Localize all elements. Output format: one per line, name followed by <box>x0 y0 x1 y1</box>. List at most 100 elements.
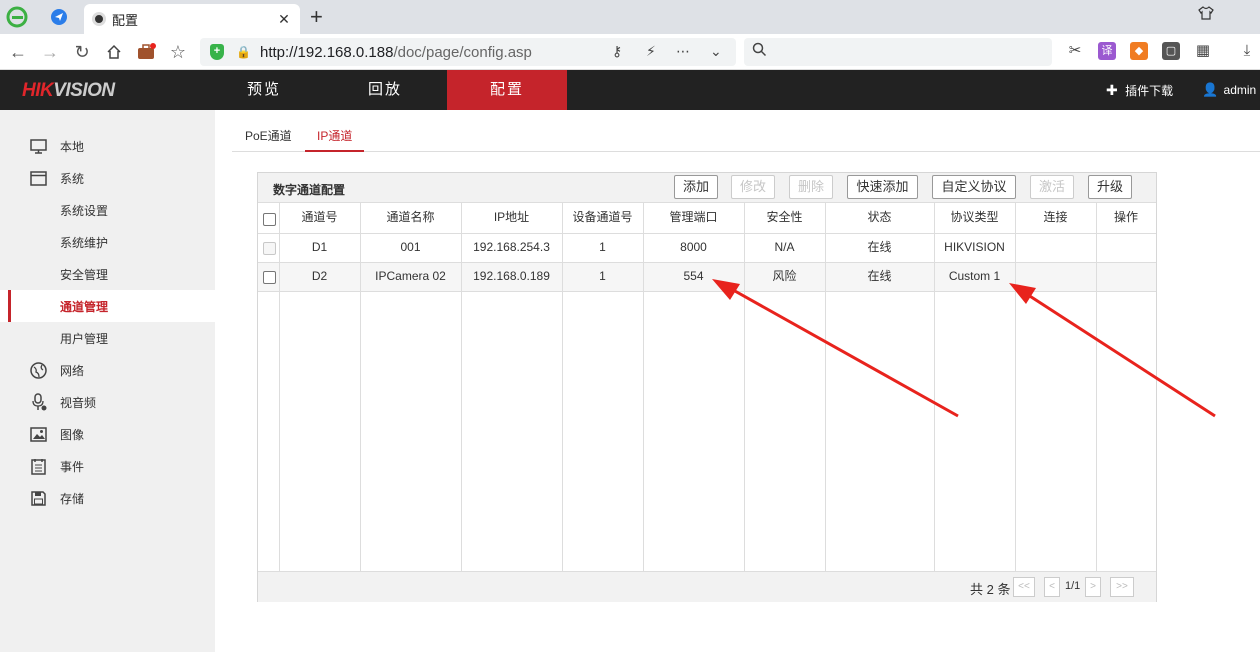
microphone-icon <box>29 393 47 411</box>
cell-security: N/A <box>774 240 795 254</box>
download-icon[interactable]: ⤓ <box>1238 42 1256 60</box>
next-page-button[interactable]: > <box>1085 577 1101 597</box>
reader-icon[interactable]: ▢ <box>1162 42 1180 60</box>
hikvision-logo: HIKVISION <box>22 80 115 101</box>
close-tab-icon[interactable]: ✕ <box>274 11 294 28</box>
insecure-lock-icon[interactable]: 🔒 <box>236 45 251 59</box>
key-icon[interactable]: ⚷ <box>612 43 622 60</box>
user-icon: 👤 <box>1202 82 1219 97</box>
cell-channel: D1 <box>311 240 328 254</box>
search-icon <box>752 42 767 61</box>
column-header: 协议类型 <box>950 210 999 224</box>
sidebar-item-system-settings[interactable]: 系统设置 <box>0 194 215 226</box>
sidebar-item-label: 系统设置 <box>60 203 109 218</box>
nav-playback[interactable]: 回放 <box>325 70 445 110</box>
puzzle-icon: ✚ <box>1106 82 1118 98</box>
sidebar-item-local[interactable]: 本地 <box>0 130 215 162</box>
sidebar-item-label: 系统 <box>60 171 85 186</box>
user-menu[interactable]: 👤 admin <box>1202 82 1256 98</box>
cell-ip: 192.168.0.189 <box>473 269 550 283</box>
total-count: 共 2 条 <box>970 582 1011 597</box>
sidebar-item-event[interactable]: 事件 <box>0 450 215 482</box>
browser-tab[interactable]: 配置 ✕ <box>84 4 300 34</box>
column-header: 通道号 <box>301 210 338 224</box>
sidebar-item-label: 安全管理 <box>60 267 109 282</box>
tab-favicon-icon <box>92 12 106 26</box>
sidebar-item-user-management[interactable]: 用户管理 <box>0 322 215 354</box>
translate-icon[interactable]: 译 <box>1098 42 1116 60</box>
search-input[interactable] <box>744 38 1052 66</box>
last-page-button[interactable]: >> <box>1110 577 1134 597</box>
sidebar-item-security-management[interactable]: 安全管理 <box>0 258 215 290</box>
panel-title: 数字通道配置 <box>273 183 346 197</box>
scissors-icon[interactable]: ✂ <box>1066 42 1084 60</box>
back-icon[interactable]: ← <box>6 40 30 64</box>
plugin-download-link[interactable]: ✚ 插件下载 <box>1106 82 1173 99</box>
column-header: 安全性 <box>766 210 803 224</box>
chevron-down-icon[interactable]: ⌄ <box>710 43 722 60</box>
browser-toolbar: ← → ↻ ☆ + 🔒 http://192.168.0.188/doc/pag… <box>0 34 1260 70</box>
lightning-icon[interactable]: ⚡ <box>646 43 656 60</box>
more-dots-icon[interactable]: ⋯ <box>676 43 690 60</box>
pinned-tab-icon[interactable] <box>48 6 70 28</box>
reload-icon[interactable]: ↻ <box>70 40 94 64</box>
monitor-icon <box>29 137 47 155</box>
shirt-icon[interactable] <box>1198 5 1214 26</box>
cell-security: 风险 <box>772 269 797 283</box>
select-all-checkbox[interactable] <box>263 213 276 226</box>
cell-protocol: Custom 1 <box>948 269 1001 283</box>
nav-config[interactable]: 配置 <box>447 70 567 110</box>
row-checkbox[interactable] <box>263 271 276 284</box>
sidebar: 本地 系统 系统设置 系统维护 安全管理 通道管理 用户管理 网络 视音频 图像 <box>0 110 215 652</box>
activate-button[interactable]: 激活 <box>1030 175 1074 199</box>
sidebar-item-system[interactable]: 系统 <box>0 162 215 194</box>
sidebar-item-system-maintenance[interactable]: 系统维护 <box>0 226 215 258</box>
cell-protocol: HIKVISION <box>944 240 1005 254</box>
new-tab-icon[interactable]: + <box>310 4 323 30</box>
url-text[interactable]: http://192.168.0.188/doc/page/config.asp <box>260 44 532 61</box>
briefcase-icon[interactable] <box>134 40 158 64</box>
sidebar-item-label: 系统维护 <box>60 235 109 250</box>
app-header: HIKVISION 预览 回放 配置 ✚ 插件下载 👤 admin <box>0 70 1260 110</box>
home-icon[interactable] <box>102 40 126 64</box>
cell-ip: 192.168.254.3 <box>473 240 550 254</box>
column-header: 管理端口 <box>669 210 718 224</box>
tab-ip-channel[interactable]: IP通道 <box>305 123 365 152</box>
cell-device-channel: 1 <box>599 240 606 254</box>
forward-icon[interactable]: → <box>38 40 62 64</box>
cell-name: 001 <box>400 240 421 254</box>
quick-add-button[interactable]: 快速添加 <box>847 175 918 199</box>
sidebar-item-label: 用户管理 <box>60 331 109 346</box>
panel-header: 数字通道配置 添加 修改 删除 快速添加 自定义协议 激活 升级 <box>258 173 1156 203</box>
delete-button[interactable]: 删除 <box>789 175 833 199</box>
browser-logo-icon[interactable] <box>6 6 28 28</box>
prev-page-button[interactable]: < <box>1044 577 1060 597</box>
sidebar-item-channel-management[interactable]: 通道管理 <box>0 290 215 322</box>
row-checkbox[interactable] <box>263 242 276 255</box>
modify-button[interactable]: 修改 <box>731 175 775 199</box>
add-button[interactable]: 添加 <box>674 175 718 199</box>
sidebar-item-image[interactable]: 图像 <box>0 418 215 450</box>
favorites-star-icon[interactable]: ☆ <box>166 40 190 64</box>
sidebar-item-network[interactable]: 网络 <box>0 354 215 386</box>
channel-table: 通道号 通道名称 IP地址 设备通道号 管理端口 安全性 状态 协议类型 连接 … <box>258 203 1156 571</box>
sidebar-item-label: 网络 <box>60 363 85 378</box>
globe-icon <box>29 361 47 379</box>
shield-icon[interactable]: + <box>210 44 224 60</box>
apps-grid-icon[interactable]: ▦ <box>1194 42 1212 60</box>
first-page-button[interactable]: << <box>1013 577 1035 597</box>
sidebar-item-storage[interactable]: 存储 <box>0 482 215 514</box>
upgrade-button[interactable]: 升级 <box>1088 175 1132 199</box>
column-header: 状态 <box>867 210 892 224</box>
sidebar-item-audio-video[interactable]: 视音频 <box>0 386 215 418</box>
gamepad-icon[interactable]: ◆ <box>1130 42 1148 60</box>
tab-poe-channel[interactable]: PoE通道 <box>245 123 292 152</box>
page-indicator: 1/1 <box>1065 580 1081 592</box>
custom-protocol-button[interactable]: 自定义协议 <box>932 175 1016 199</box>
nav-preview[interactable]: 预览 <box>204 70 324 110</box>
cell-status: 在线 <box>867 269 892 283</box>
column-header: 设备通道号 <box>572 210 633 224</box>
sidebar-item-label: 存储 <box>60 491 85 506</box>
system-window-icon <box>29 169 47 187</box>
address-bar[interactable]: + 🔒 http://192.168.0.188/doc/page/config… <box>200 38 736 66</box>
